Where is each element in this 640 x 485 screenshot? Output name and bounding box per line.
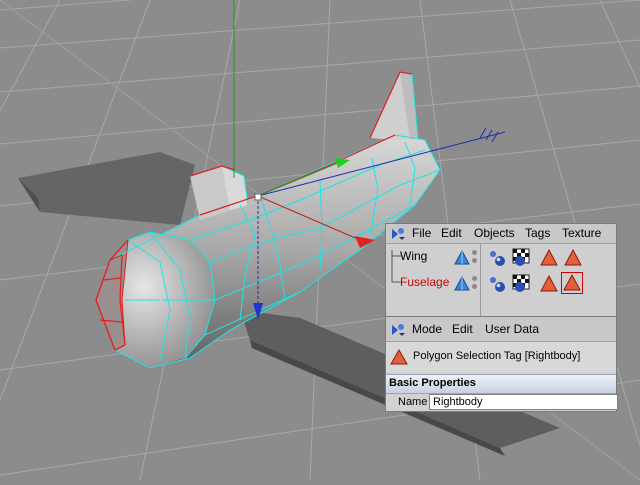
attribute-manager-menubar: Mode Edit User Data (386, 317, 616, 342)
polygon-selection-tag-icon[interactable] (563, 248, 583, 268)
render-visibility-dot[interactable] (472, 258, 477, 263)
polygon-selection-tag-icon (390, 348, 408, 365)
menu-tags[interactable]: Tags (525, 226, 550, 240)
polygon-selection-tag-icon[interactable] (539, 274, 559, 294)
cinema4d-logo-icon[interactable] (390, 322, 406, 337)
object-name-fuselage[interactable]: Fuselage (400, 275, 449, 289)
editor-visibility-dot[interactable] (472, 276, 477, 281)
texture-tag-icon[interactable] (511, 273, 533, 295)
editor-visibility-dot[interactable] (472, 250, 477, 255)
polygon-selection-tag-icon[interactable] (562, 273, 582, 293)
name-label: Name (398, 396, 428, 408)
menu-edit[interactable]: Edit (441, 226, 462, 240)
menu-mode[interactable]: Mode (412, 322, 442, 336)
object-row-wing[interactable]: Wing (386, 244, 480, 270)
menu-edit[interactable]: Edit (452, 322, 473, 336)
object-tree: Wing Fuselage (386, 244, 481, 316)
tags-column (481, 244, 616, 316)
name-input[interactable] (429, 394, 618, 410)
section-header[interactable]: Basic Properties (386, 374, 616, 394)
object-row-fuselage[interactable]: Fuselage (386, 270, 480, 296)
menu-objects[interactable]: Objects (474, 226, 515, 240)
attribute-manager-panel: Mode Edit User Data Polygon Selection Ta… (385, 316, 618, 412)
object-name-wing[interactable]: Wing (400, 249, 427, 263)
polygon-object-icon[interactable] (454, 250, 470, 266)
menu-file[interactable]: File (412, 226, 431, 240)
polygon-object-icon[interactable] (454, 276, 470, 292)
selected-tag-frame[interactable] (561, 272, 583, 294)
render-visibility-dot[interactable] (472, 284, 477, 289)
menu-texture[interactable]: Texture (562, 226, 601, 240)
section-title: Basic Properties (389, 377, 476, 389)
cinema4d-logo-icon[interactable] (390, 226, 406, 241)
polygon-selection-tag-icon[interactable] (539, 248, 559, 268)
menu-user-data[interactable]: User Data (485, 322, 539, 336)
object-manager-menubar: File Edit Objects Tags Texture (386, 224, 616, 244)
attribute-title: Polygon Selection Tag [Rightbody] (413, 350, 581, 362)
attribute-title-bar: Polygon Selection Tag [Rightbody] (386, 342, 616, 372)
name-field-row: Name (386, 393, 618, 411)
object-manager-panel: File Edit Objects Tags Texture Wing Fuse… (385, 223, 617, 317)
texture-tag-icon[interactable] (511, 247, 533, 269)
phong-tag-icon[interactable] (487, 274, 507, 294)
phong-tag-icon[interactable] (487, 248, 507, 268)
